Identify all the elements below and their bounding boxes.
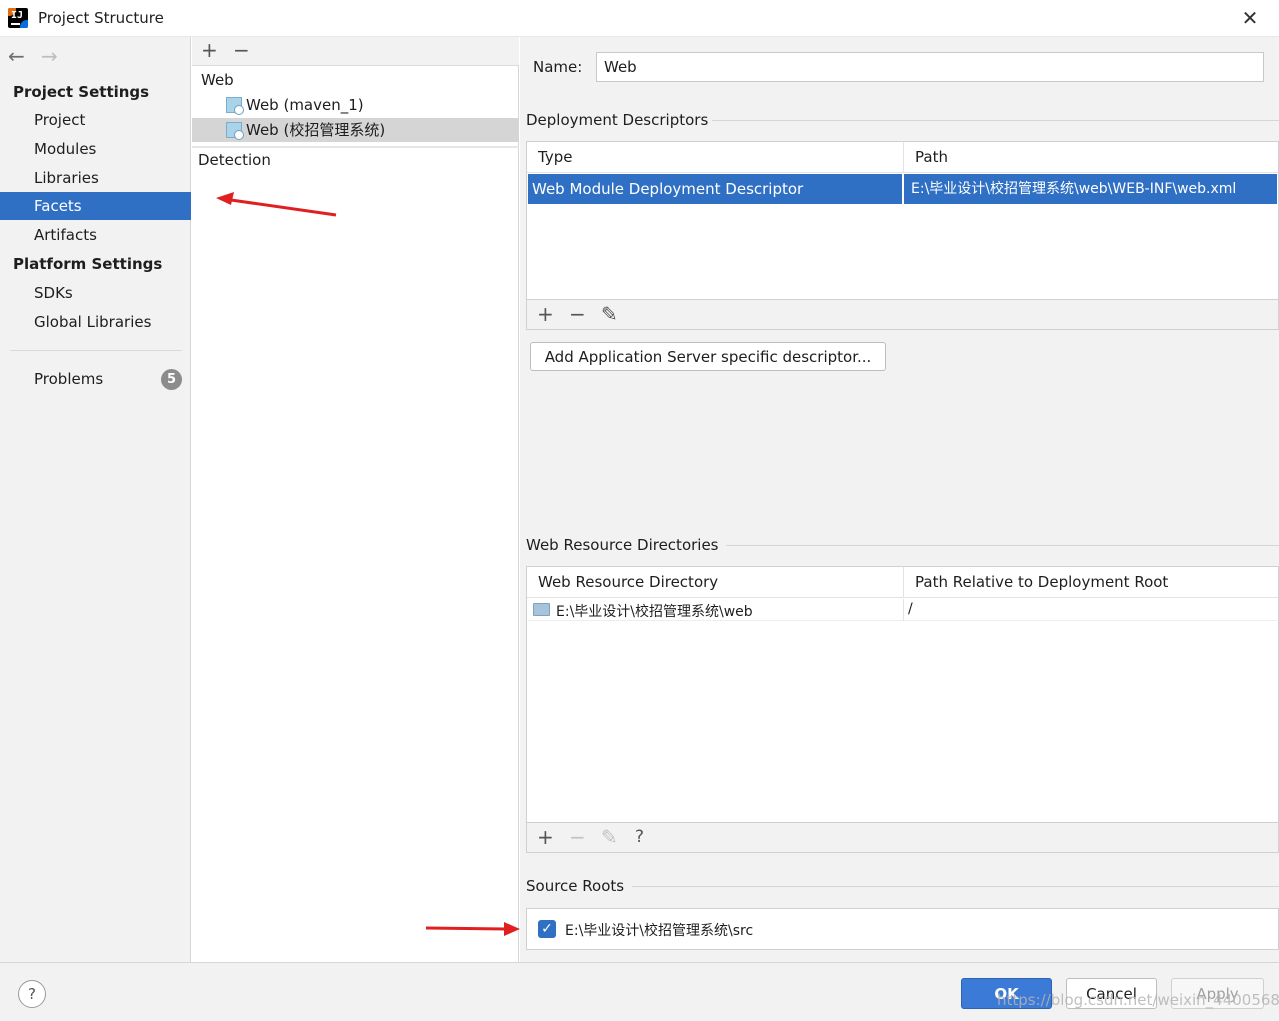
close-icon[interactable]: ✕ <box>1240 7 1260 29</box>
facets-toolbar: + − <box>192 37 519 66</box>
group-separator <box>712 120 1279 121</box>
sidebar-item-facets[interactable]: Facets <box>0 192 191 220</box>
title-bar: IJ Project Structure ✕ <box>0 0 1279 37</box>
web-resource-directory-path: E:\毕业设计\校招管理系统\web <box>556 604 753 620</box>
web-resource-directories-title: Web Resource Directories <box>526 536 719 554</box>
settings-sidebar: ← → Project Settings Project Modules Lib… <box>0 37 191 962</box>
web-facet-icon <box>226 97 244 115</box>
add-facet-button[interactable]: + <box>201 38 218 62</box>
back-arrow-icon[interactable]: ← <box>8 44 25 68</box>
table-row-descriptor-type[interactable]: Web Module Deployment Descriptor <box>528 174 902 204</box>
name-label: Name: <box>533 58 583 76</box>
facet-name-input[interactable] <box>596 52 1264 82</box>
facet-settings-panel: Name: Deployment Descriptors Type Path W… <box>520 37 1279 962</box>
relative-path-value: / <box>908 601 913 617</box>
column-header-type[interactable]: Type <box>527 142 903 173</box>
platform-settings-heading: Platform Settings <box>13 255 163 273</box>
source-root-path: E:\毕业设计\校招管理系统\src <box>565 923 754 939</box>
web-resource-directories-table: Web Resource Directory Path Relative to … <box>526 566 1279 823</box>
remove-descriptor-button[interactable]: − <box>569 302 586 326</box>
tree-item-web-selected[interactable]: Web (校招管理系统) <box>192 118 519 142</box>
source-roots-title: Source Roots <box>526 877 625 895</box>
sidebar-item-libraries[interactable]: Libraries <box>0 164 191 192</box>
deployment-descriptors-table: Type Path Web Module Deployment Descript… <box>526 141 1279 300</box>
add-web-resource-button[interactable]: + <box>537 825 554 849</box>
sidebar-item-project[interactable]: Project <box>0 106 191 134</box>
remove-web-resource-button[interactable]: − <box>569 825 586 849</box>
source-roots-list: ✓ E:\毕业设计\校招管理系统\src <box>526 908 1279 950</box>
sidebar-item-global-libraries[interactable]: Global Libraries <box>0 308 191 336</box>
deployment-descriptors-title: Deployment Descriptors <box>526 111 709 129</box>
web-resource-toolbar: + − ✎ ? <box>526 823 1279 853</box>
tree-item-label: Web (校招管理系统) <box>246 121 386 139</box>
table-row-descriptor-path[interactable]: E:\毕业设计\校招管理系统\web\WEB-INF\web.xml <box>904 174 1277 204</box>
remove-facet-button[interactable]: − <box>233 38 250 62</box>
annotation-arrow <box>216 192 337 217</box>
deployment-descriptors-toolbar: + − ✎ <box>526 300 1279 330</box>
tree-item-label: Web (maven_1) <box>246 96 364 114</box>
help-question-icon[interactable]: ? <box>635 827 644 847</box>
detection-node[interactable]: Detection <box>198 151 271 169</box>
add-descriptor-button[interactable]: + <box>537 302 554 326</box>
annotation-arrow <box>425 922 520 936</box>
dialog-footer: ? OK Cancel Apply https://blog.csdn.net/… <box>0 962 1279 1021</box>
edit-web-resource-pencil-icon[interactable]: ✎ <box>601 825 618 849</box>
group-separator <box>632 886 1279 887</box>
edit-descriptor-pencil-icon[interactable]: ✎ <box>601 302 618 326</box>
column-divider <box>903 599 904 621</box>
window-title: Project Structure <box>38 9 164 27</box>
table-row[interactable]: E:\毕业设计\校招管理系统\web / <box>528 599 1277 621</box>
sidebar-item-modules[interactable]: Modules <box>0 135 191 163</box>
intellij-app-icon: IJ <box>8 8 28 28</box>
sidebar-item-artifacts[interactable]: Artifacts <box>0 221 191 249</box>
problems-count-badge: 5 <box>161 369 182 390</box>
column-header-web-resource-directory[interactable]: Web Resource Directory <box>527 567 903 598</box>
sidebar-item-sdks[interactable]: SDKs <box>0 279 191 307</box>
facet-type-web[interactable]: Web <box>201 71 234 89</box>
source-root-checkbox[interactable]: ✓ <box>538 920 556 938</box>
web-facet-icon <box>226 122 244 140</box>
tree-item-web-maven[interactable]: Web (maven_1) <box>192 93 519 117</box>
add-server-descriptor-button[interactable]: Add Application Server specific descript… <box>530 342 886 371</box>
help-question-icon[interactable]: ? <box>18 980 46 1008</box>
column-header-relative-path[interactable]: Path Relative to Deployment Root <box>903 567 1278 598</box>
group-separator <box>726 545 1279 546</box>
tree-separator <box>192 146 519 148</box>
column-header-path[interactable]: Path <box>903 142 1278 173</box>
folder-icon <box>533 603 550 616</box>
facets-tree-panel: + − Web Web (maven_1) Web (校招管理系统) Detec… <box>192 37 519 962</box>
watermark-text: https://blog.csdn.net/weixin_44005686 <box>997 991 1279 1009</box>
forward-arrow-icon[interactable]: → <box>41 44 58 68</box>
project-settings-heading: Project Settings <box>13 83 150 101</box>
sidebar-divider <box>10 350 182 351</box>
